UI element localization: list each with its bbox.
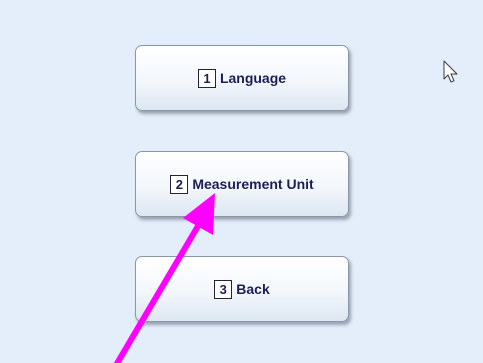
menu-item-label: Measurement Unit xyxy=(192,176,314,192)
back-button[interactable]: 3 Back xyxy=(135,256,349,322)
menu-item-label: Language xyxy=(219,70,287,86)
menu-item-number: 2 xyxy=(170,174,189,194)
menu-item-number: 3 xyxy=(214,279,233,299)
menu-item-number: 1 xyxy=(197,68,216,88)
mouse-pointer-icon xyxy=(443,60,458,83)
language-button[interactable]: 1 Language xyxy=(135,45,349,111)
menu-item-label: Back xyxy=(236,281,270,297)
measurement-unit-button[interactable]: 2 Measurement Unit xyxy=(135,151,349,217)
settings-menu-screen: 1 Language 2 Measurement Unit 3 Back xyxy=(0,0,483,363)
